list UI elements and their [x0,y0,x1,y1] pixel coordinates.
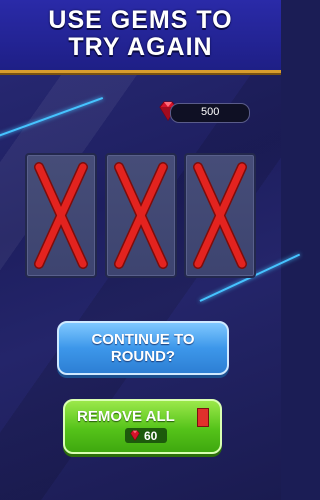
ruby-gem-icon [130,430,140,441]
continue-to-round-button[interactable]: CONTINUE TO ROUND? [57,321,229,375]
remove-all-label: REMOVE ALL [77,408,175,425]
strike-card [184,153,256,278]
strike-card [25,153,97,278]
page-title: USE GEMS TO TRY AGAIN [48,6,233,61]
red-x-icon [114,162,168,269]
gem-count: 500 [201,106,220,118]
strike-card [105,153,177,278]
gem-balance: 500 [170,103,250,123]
red-x-icon [193,162,247,269]
gem-cost-value: 60 [144,429,158,443]
red-x-icon [34,162,88,269]
strike-icon [197,408,209,427]
remove-all-button[interactable]: REMOVE ALL 60 [63,399,222,454]
header-banner: USE GEMS TO TRY AGAIN [0,0,281,73]
gem-cost: 60 [125,428,167,443]
continue-button-label: CONTINUE TO ROUND? [91,331,195,365]
